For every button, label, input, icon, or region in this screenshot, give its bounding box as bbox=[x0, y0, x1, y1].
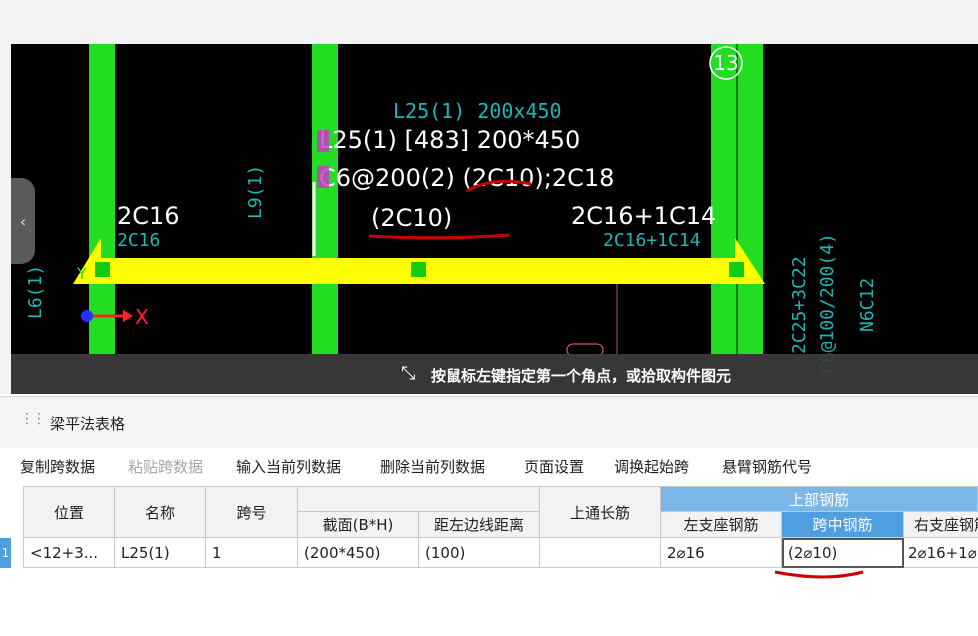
header-section[interactable]: 截面(B*H) bbox=[298, 512, 419, 538]
beam-table: 位置 名称 跨号 截面(B*H) 距左边线距离 上通长筋 上部钢筋 左支座钢筋 … bbox=[11, 486, 978, 636]
cell-right-support[interactable]: 2⌀16+1⌀14 bbox=[904, 538, 978, 568]
input-column-button[interactable]: 输入当前列数据 bbox=[236, 456, 341, 477]
panel-header: ⋮⋮ 梁平法表格 bbox=[0, 396, 978, 449]
beam-main-line2: C6@200(2) (2C10);2C18 bbox=[319, 164, 614, 192]
status-message: 按鼠标左键指定第一个角点，或拾取构件图元 bbox=[431, 367, 732, 385]
delete-column-button[interactable]: 删除当前列数据 bbox=[380, 456, 485, 477]
l6-label: L6(1) bbox=[25, 265, 46, 319]
x-axis-label: X bbox=[135, 305, 149, 329]
copy-span-button[interactable]: 复制跨数据 bbox=[20, 456, 95, 477]
header-top-through[interactable]: 上通长筋 bbox=[540, 486, 661, 538]
chevron-left-icon: ‹ bbox=[19, 211, 27, 231]
swap-start-button[interactable]: 调换起始跨 bbox=[614, 456, 689, 477]
cell-position[interactable]: <12+3... bbox=[23, 538, 115, 568]
table-toolbar: 复制跨数据 粘贴跨数据 输入当前列数据 删除当前列数据 页面设置 调换起始跨 悬… bbox=[0, 448, 978, 484]
y-axis-mark: Y bbox=[76, 264, 87, 283]
pink-marker-1 bbox=[317, 130, 329, 152]
x-axis-arrow-head bbox=[123, 310, 133, 322]
header-right-support[interactable]: 右支座钢筋 bbox=[904, 512, 978, 538]
page-setup-button[interactable]: 页面设置 bbox=[524, 456, 584, 477]
cell-edge-distance[interactable]: (100) bbox=[419, 538, 540, 568]
header-span-no[interactable]: 跨号 bbox=[206, 486, 298, 538]
cantilever-code-button[interactable]: 悬臂钢筋代号 bbox=[722, 456, 812, 477]
header-position[interactable]: 位置 bbox=[23, 486, 115, 538]
header-top-rebar[interactable]: 上部钢筋 bbox=[661, 486, 978, 512]
status-bar: ⤡ 按鼠标左键指定第一个角点，或拾取构件图元 bbox=[11, 354, 978, 394]
red-underline-table bbox=[774, 570, 864, 579]
l9-label: L9(1) bbox=[245, 165, 266, 219]
cad-canvas[interactable]: 13 L25(1) 200x450 2C16 2C16+1C14 L9(1) L… bbox=[11, 44, 978, 394]
cell-left-support[interactable]: 2⌀16 bbox=[661, 538, 782, 568]
right-support-cyan: 2C16+1C14 bbox=[603, 230, 701, 251]
cad-drawing: 13 L25(1) 200x450 2C16 2C16+1C14 L9(1) L… bbox=[25, 44, 878, 374]
cell-mid-span-selected[interactable]: (2⌀10) bbox=[782, 538, 904, 568]
c8-label: C8@100/200(4) bbox=[817, 233, 838, 374]
cell-section[interactable]: (200*450) bbox=[298, 538, 419, 568]
mid-span-label: (2C10) bbox=[371, 204, 452, 232]
n6-label: N6C12 bbox=[857, 278, 878, 332]
header-left-support[interactable]: 左支座钢筋 bbox=[661, 512, 782, 538]
left-support-cyan: 2C16 bbox=[117, 230, 160, 251]
top-toolbar-area bbox=[0, 0, 978, 44]
beam-label-cyan: L25(1) 200x450 bbox=[393, 99, 562, 123]
cell-name[interactable]: L25(1) bbox=[115, 538, 206, 568]
grip-left bbox=[95, 262, 110, 277]
paste-span-button[interactable]: 粘贴跨数据 bbox=[128, 456, 203, 477]
column-left bbox=[89, 44, 115, 354]
collapse-panel-tab[interactable]: ‹ bbox=[11, 178, 35, 264]
left-support-label: 2C16 bbox=[117, 202, 180, 230]
header-name[interactable]: 名称 bbox=[115, 486, 206, 538]
cell-span-no[interactable]: 1 bbox=[206, 538, 298, 568]
axis-13-label: 13 bbox=[713, 51, 738, 75]
column-mid bbox=[312, 44, 338, 354]
drag-grip-icon[interactable]: ⋮⋮ bbox=[20, 411, 46, 427]
resize-arrows-icon: ⤡ bbox=[401, 363, 416, 384]
pink-marker-2 bbox=[317, 166, 329, 188]
panel-title: 梁平法表格 bbox=[50, 415, 126, 433]
row-index[interactable]: 1 bbox=[0, 538, 11, 568]
grip-right bbox=[729, 262, 744, 277]
beam-main-line1: L25(1) [483] 200*450 bbox=[319, 126, 580, 154]
c25-label: 2C25+3C22 bbox=[789, 256, 810, 354]
header-mid-span[interactable]: 跨中钢筋 bbox=[782, 512, 904, 538]
red-underline-mid bbox=[368, 233, 510, 240]
cell-top-through[interactable] bbox=[540, 538, 661, 568]
origin-dot bbox=[81, 310, 93, 322]
grip-mid bbox=[411, 262, 426, 277]
header-edge-distance[interactable]: 距左边线距离 bbox=[419, 512, 540, 538]
right-support-label: 2C16+1C14 bbox=[571, 202, 716, 230]
header-section-group bbox=[298, 486, 540, 512]
